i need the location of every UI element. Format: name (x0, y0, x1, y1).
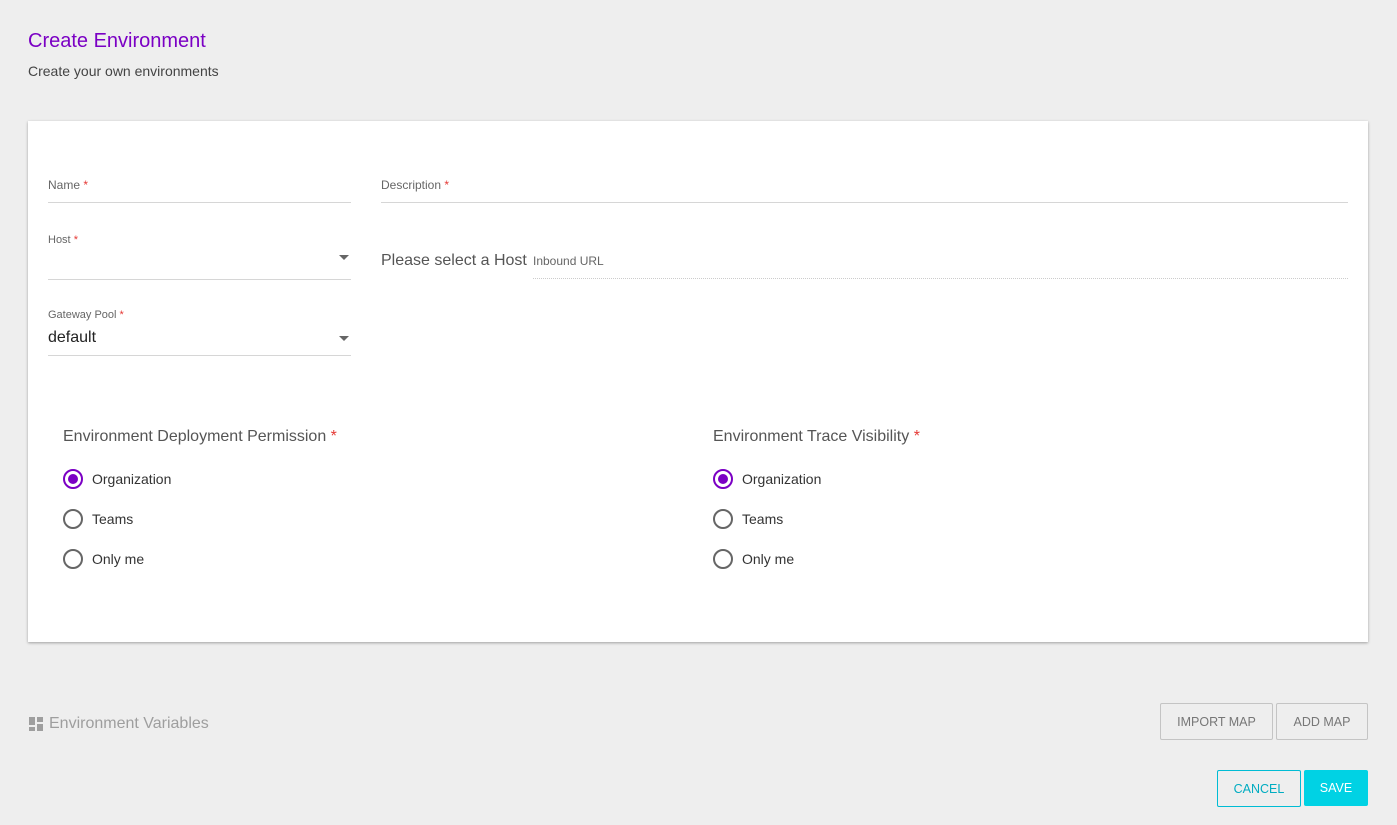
gateway-pool-select[interactable]: Gateway Pool * default (48, 309, 351, 357)
required-marker: * (119, 309, 124, 321)
deployment-permission-title: Environment Deployment Permission * (63, 428, 337, 446)
name-label: Name * (48, 178, 88, 192)
required-marker: * (73, 234, 78, 246)
required-marker: * (444, 178, 450, 192)
cancel-button[interactable]: CANCEL (1217, 770, 1301, 807)
description-field[interactable]: Description * (381, 176, 1348, 204)
environment-variables-label: Environment Variables (49, 715, 209, 732)
import-map-button[interactable]: IMPORT MAP (1160, 703, 1273, 740)
radio-label: Organization (92, 471, 172, 487)
deployment-permission-title-text: Environment Deployment Permission (63, 428, 327, 445)
page-subtitle: Create your own environments (28, 63, 219, 79)
save-button[interactable]: SAVE (1304, 770, 1368, 806)
add-map-button[interactable]: ADD MAP (1276, 703, 1368, 740)
radio-checked-icon[interactable] (713, 469, 733, 489)
trace-radio-teams[interactable]: Teams (713, 509, 783, 529)
trace-radio-only-me[interactable]: Only me (713, 549, 794, 569)
inbound-url-underline (533, 278, 1348, 279)
inbound-url-field: Inbound URL (533, 254, 1348, 280)
description-label: Description * (381, 178, 449, 192)
radio-label: Organization (742, 471, 822, 487)
gateway-pool-label: Gateway Pool * (48, 309, 124, 321)
deployment-radio-organization[interactable]: Organization (63, 469, 171, 489)
radio-unchecked-icon[interactable] (713, 509, 733, 529)
deployment-permission-group: Environment Deployment Permission * Orga… (63, 428, 463, 578)
gateway-pool-underline (48, 355, 351, 356)
radio-label: Teams (742, 511, 784, 527)
trace-visibility-title-text: Environment Trace Visibility (713, 428, 910, 445)
name-field[interactable]: Name * (48, 176, 351, 204)
host-label: Host * (48, 234, 78, 246)
description-label-text: Description (381, 178, 442, 192)
dashboard-icon (29, 717, 43, 731)
required-marker: * (83, 178, 89, 192)
chevron-down-icon (339, 336, 349, 341)
radio-unchecked-icon[interactable] (713, 549, 733, 569)
host-underline (48, 279, 351, 280)
trace-visibility-group: Environment Trace Visibility * Organizat… (713, 428, 1113, 578)
deployment-radio-teams[interactable]: Teams (63, 509, 133, 529)
trace-visibility-title: Environment Trace Visibility * (713, 428, 920, 446)
name-label-text: Name (48, 178, 81, 192)
host-select[interactable]: Host * (48, 234, 351, 280)
radio-checked-icon[interactable] (63, 469, 83, 489)
deployment-radio-only-me[interactable]: Only me (63, 549, 144, 569)
gateway-pool-value: default (48, 329, 97, 346)
radio-label: Only me (92, 551, 145, 567)
chevron-down-icon (339, 255, 349, 260)
trace-radio-organization[interactable]: Organization (713, 469, 821, 489)
name-underline (48, 202, 351, 203)
host-hint: Please select a Host (381, 252, 527, 269)
inbound-url-label: Inbound URL (533, 254, 604, 268)
gateway-pool-label-text: Gateway Pool (48, 309, 117, 321)
radio-unchecked-icon[interactable] (63, 509, 83, 529)
radio-label: Teams (92, 511, 134, 527)
host-label-text: Host (48, 234, 71, 246)
environment-variables-header: Environment Variables (29, 715, 209, 733)
page-title: Create Environment (28, 30, 206, 52)
description-underline (381, 202, 1348, 203)
radio-label: Only me (742, 551, 795, 567)
required-marker: * (330, 428, 337, 445)
required-marker: * (913, 428, 920, 445)
environment-form-card: Name * Description * Host * Please selec… (28, 121, 1368, 642)
radio-unchecked-icon[interactable] (63, 549, 83, 569)
